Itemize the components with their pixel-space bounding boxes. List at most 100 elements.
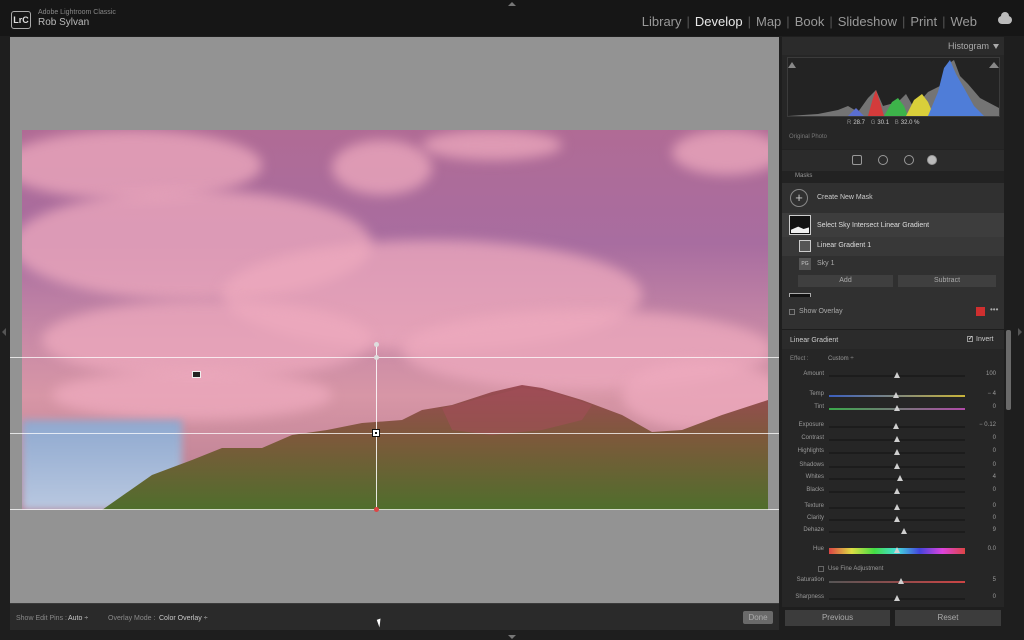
slider-value[interactable]: 0 (993, 503, 996, 509)
gradient-rotate-handle[interactable] (374, 342, 379, 347)
add-button[interactable]: Add (798, 275, 893, 287)
module-map[interactable]: Map (751, 14, 786, 29)
invert-checkbox[interactable]: ✓ (967, 336, 973, 342)
slider-temp[interactable]: Temp − 4 (782, 390, 1004, 402)
create-new-mask-label[interactable]: Create New Mask (817, 194, 873, 201)
slider-value[interactable]: 0.0 (988, 546, 996, 552)
slider-value[interactable]: 0 (993, 487, 996, 493)
show-overlay-checkbox[interactable] (789, 309, 795, 315)
slider-thumb[interactable] (894, 436, 900, 442)
slider-value[interactable]: 0 (993, 462, 996, 468)
slider-texture[interactable]: Texture 0 (782, 502, 1004, 514)
previous-button[interactable]: Previous (785, 610, 890, 626)
histogram[interactable] (787, 57, 1000, 117)
slider-thumb[interactable] (894, 449, 900, 455)
slider-value[interactable]: 5 (993, 577, 996, 583)
slider-amount[interactable]: Amount 100 (782, 370, 1004, 382)
slider-exposure[interactable]: Exposure − 0.12 (782, 421, 1004, 433)
invert-label[interactable]: Invert (976, 336, 994, 343)
gradient-center-pin[interactable] (372, 429, 380, 437)
gradient-top-handle[interactable] (374, 355, 379, 360)
masking-icon[interactable] (927, 155, 937, 165)
crop-icon[interactable] (852, 155, 862, 165)
slider-thumb[interactable] (894, 372, 900, 378)
histogram-header[interactable]: Histogram (782, 37, 1004, 55)
slider-thumb[interactable] (892, 392, 899, 398)
gradient-bottom-line[interactable] (10, 509, 779, 510)
module-book[interactable]: Book (790, 14, 830, 29)
overlay-mode-select[interactable]: Color Overlay ÷ (159, 615, 208, 622)
show-edit-pins-select[interactable]: Auto ÷ (68, 615, 88, 622)
sky-mask-icon[interactable]: PG (799, 258, 811, 270)
slider-thumb[interactable] (898, 578, 905, 584)
reset-button[interactable]: Reset (895, 610, 1001, 626)
done-button[interactable]: Done (743, 611, 773, 624)
slider-track[interactable] (829, 531, 965, 533)
slider-value[interactable]: 0 (993, 515, 996, 521)
slider-tint[interactable]: Tint 0 (782, 403, 1004, 415)
image-canvas[interactable] (10, 37, 779, 603)
cloud-icon[interactable] (998, 12, 1012, 24)
collapse-triangle-icon[interactable] (993, 44, 999, 49)
mask-thumbnail-2[interactable] (789, 293, 811, 297)
component-linear-gradient-label[interactable]: Linear Gradient 1 (817, 242, 871, 249)
effect-preset-select[interactable]: Custom ÷ (828, 356, 854, 362)
slider-thumb[interactable] (894, 595, 900, 601)
slider-thumb[interactable] (894, 504, 900, 510)
slider-thumb[interactable] (894, 463, 900, 469)
right-panel-toggle-icon[interactable] (1018, 328, 1022, 336)
slider-clarity[interactable]: Clarity 0 (782, 514, 1004, 526)
module-library[interactable]: Library (637, 14, 687, 29)
fine-adjustment-checkbox[interactable] (818, 566, 824, 572)
slider-shadows[interactable]: Shadows 0 (782, 461, 1004, 473)
create-new-mask-button[interactable]: + (790, 189, 808, 207)
slider-saturation[interactable]: Saturation 5 (782, 576, 1004, 588)
edit-pin-icon[interactable] (192, 371, 201, 378)
top-panel-toggle-icon[interactable] (508, 2, 516, 6)
mask-name[interactable]: Select Sky Intersect Linear Gradient (817, 222, 929, 229)
gradient-top-line[interactable] (10, 357, 779, 358)
slider-value[interactable]: 4 (993, 474, 996, 480)
module-web[interactable]: Web (946, 14, 983, 29)
panel-scrollbar[interactable] (1006, 330, 1011, 410)
show-overlay-label[interactable]: Show Overlay (799, 308, 843, 315)
slider-highlights[interactable]: Highlights 0 (782, 447, 1004, 459)
slider-thumb[interactable] (894, 405, 900, 411)
slider-value[interactable]: − 4 (987, 391, 996, 397)
component-linear-gradient-row[interactable] (782, 237, 1004, 256)
left-panel-toggle-icon[interactable] (2, 328, 6, 336)
slider-value[interactable]: 9 (993, 527, 996, 533)
slider-value[interactable]: 0 (993, 594, 996, 600)
gradient-center-line[interactable] (10, 433, 779, 434)
more-options-icon[interactable]: ••• (990, 305, 998, 314)
overlay-color-swatch[interactable] (976, 307, 985, 316)
slider-thumb[interactable] (892, 423, 899, 429)
fine-adjustment-label[interactable]: Use Fine Adjustment (828, 566, 883, 572)
slider-contrast[interactable]: Contrast 0 (782, 434, 1004, 446)
module-print[interactable]: Print (905, 14, 942, 29)
slider-whites[interactable]: Whites 4 (782, 473, 1004, 485)
slider-value[interactable]: 0 (993, 404, 996, 410)
healing-icon[interactable] (875, 152, 891, 168)
slider-thumb[interactable] (896, 475, 903, 481)
slider-hue[interactable]: Hue 0.0 (782, 545, 1004, 557)
slider-sharpness[interactable]: Sharpness 0 (782, 593, 1004, 605)
bottom-panel-toggle-icon[interactable] (508, 635, 516, 639)
red-eye-icon[interactable] (904, 155, 914, 165)
slider-thumb[interactable] (894, 516, 900, 522)
slider-dehaze[interactable]: Dehaze 9 (782, 526, 1004, 538)
slider-value[interactable]: 0 (993, 448, 996, 454)
linear-gradient-icon[interactable] (799, 240, 811, 252)
module-develop[interactable]: Develop (690, 14, 748, 29)
masks-header[interactable]: Masks (782, 171, 1004, 183)
photo-preview[interactable] (22, 130, 768, 510)
gradient-bottom-handle[interactable] (374, 507, 379, 512)
component-sky-label[interactable]: Sky 1 (817, 260, 835, 267)
module-slideshow[interactable]: Slideshow (833, 14, 902, 29)
slider-thumb[interactable] (894, 547, 900, 553)
slider-value[interactable]: 0 (993, 435, 996, 441)
subtract-button[interactable]: Subtract (898, 275, 996, 287)
slider-value[interactable]: − 0.12 (979, 422, 996, 428)
slider-track[interactable] (829, 581, 965, 583)
slider-value[interactable]: 100 (986, 371, 996, 377)
